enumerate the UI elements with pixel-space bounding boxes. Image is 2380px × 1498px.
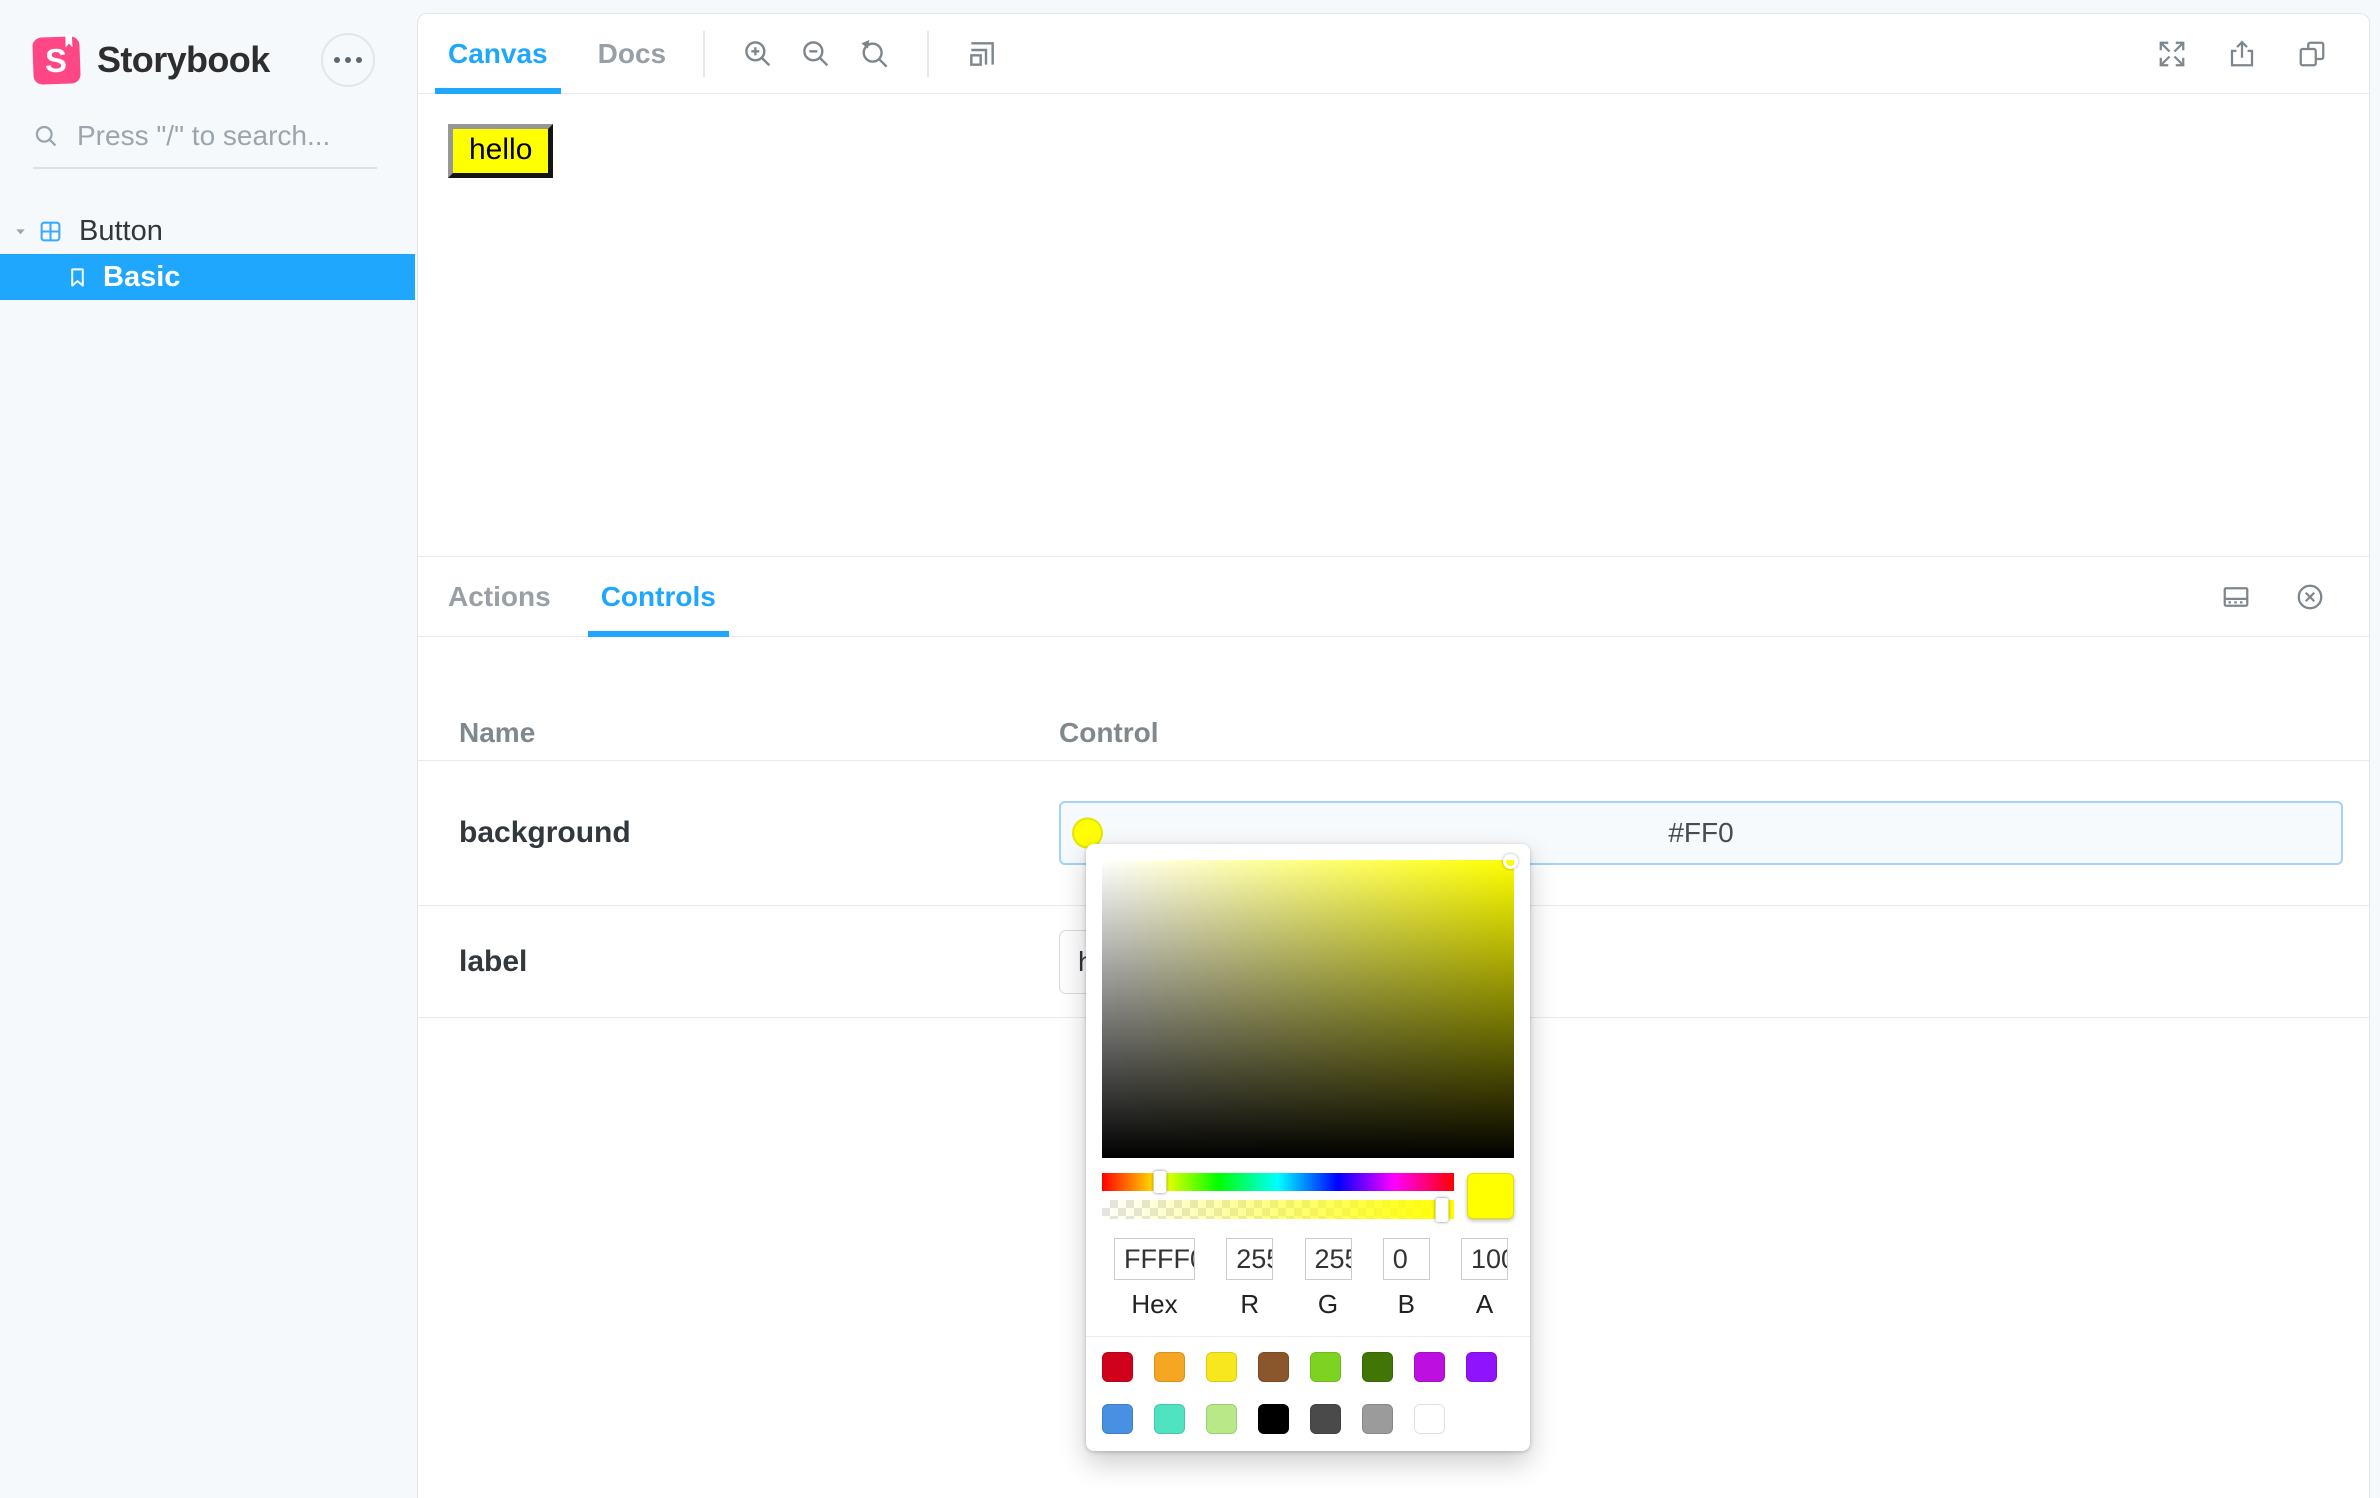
a-input[interactable]: 100: [1461, 1238, 1508, 1280]
close-panel-button[interactable]: [2293, 580, 2327, 614]
open-new-tab-button[interactable]: [2225, 37, 2259, 71]
share-icon: [2230, 40, 2254, 66]
sidebar-item-basic[interactable]: Basic: [0, 254, 415, 300]
arg-name: background: [459, 816, 631, 849]
color-fields: FFFF00 Hex 255 R 255 G 0 B 100 A: [1114, 1238, 1508, 1320]
panel-position-button[interactable]: [2219, 580, 2253, 614]
tab-canvas[interactable]: Canvas: [435, 14, 561, 94]
saturation-area[interactable]: [1102, 854, 1518, 1158]
r-input[interactable]: 255: [1226, 1238, 1274, 1280]
saturation-cursor[interactable]: [1503, 854, 1518, 869]
zoom-out-icon: [803, 40, 829, 66]
preset-color-swatch[interactable]: [1258, 1352, 1289, 1382]
preset-color-swatch[interactable]: [1362, 1404, 1393, 1434]
hex-input[interactable]: FFFF00: [1114, 1238, 1195, 1280]
ellipsis-icon: [334, 57, 340, 63]
resize-preview-icon: [970, 41, 994, 66]
hue-handle[interactable]: [1153, 1171, 1167, 1193]
toolbar-right-group: [2143, 37, 2341, 71]
preset-color-swatch[interactable]: [1414, 1404, 1445, 1434]
brand-title: Storybook: [97, 39, 270, 80]
zoom-in-button[interactable]: [741, 37, 775, 71]
b-label: B: [1397, 1289, 1415, 1319]
swatch-grid: [1086, 1336, 1530, 1451]
tab-actions[interactable]: Actions: [435, 557, 564, 636]
hex-label: Hex: [1131, 1289, 1178, 1319]
panel-bottom-icon: [2223, 586, 2249, 607]
hue-slider[interactable]: [1102, 1171, 1454, 1193]
g-input[interactable]: 255: [1304, 1238, 1352, 1280]
b-input[interactable]: 0: [1382, 1238, 1430, 1280]
search-input[interactable]: Press "/" to search...: [33, 120, 377, 169]
stories-tree: Button Basic: [0, 208, 415, 300]
preset-color-swatch[interactable]: [1102, 1404, 1133, 1434]
preview-canvas: hello: [418, 94, 2369, 556]
sidebar-item-label: Basic: [103, 260, 181, 293]
color-value: #FF0: [1668, 817, 1734, 848]
copy-link-button[interactable]: [2295, 37, 2329, 71]
addon-panel-tabs: Actions Controls: [418, 557, 2369, 637]
preset-color-swatch[interactable]: [1414, 1352, 1445, 1382]
controls-table-header: Name Control: [418, 705, 2369, 761]
tab-controls[interactable]: Controls: [587, 557, 729, 637]
arg-name: label: [459, 944, 528, 978]
logo-bookmark-notch: [65, 34, 72, 47]
sidebar-item-button[interactable]: Button: [0, 208, 415, 254]
zoom-in-icon: [745, 40, 771, 66]
panel-right-group: [2207, 580, 2339, 614]
sidebar-menu-button[interactable]: [321, 33, 375, 87]
alpha-slider[interactable]: [1102, 1198, 1454, 1222]
preset-color-swatch[interactable]: [1310, 1404, 1341, 1434]
sliders-row: [1102, 1171, 1514, 1222]
fullscreen-icon: [2159, 41, 2185, 66]
preset-color-swatch[interactable]: [1154, 1352, 1185, 1382]
close-icon: [2297, 584, 2323, 609]
header-name: Name: [459, 716, 536, 748]
bookmark-icon: [71, 267, 84, 287]
component-icon: [40, 221, 61, 241]
a-label: A: [1475, 1289, 1494, 1319]
fullscreen-button[interactable]: [2155, 37, 2189, 71]
alpha-handle[interactable]: [1435, 1198, 1449, 1222]
chevron-down-icon: [16, 228, 25, 234]
preset-color-swatch[interactable]: [1154, 1404, 1185, 1434]
brand-header: S Storybook: [32, 32, 375, 88]
zoom-reset-icon: [861, 39, 888, 68]
storybook-logo: S: [32, 36, 81, 85]
preset-color-swatch[interactable]: [1310, 1352, 1341, 1382]
preset-color-swatch[interactable]: [1466, 1352, 1497, 1382]
zoom-reset-button[interactable]: [857, 37, 891, 71]
resize-preview-button[interactable]: [965, 37, 999, 71]
preset-color-swatch[interactable]: [1258, 1404, 1289, 1434]
copy-icon: [2299, 41, 2325, 66]
preset-color-swatch[interactable]: [1206, 1404, 1237, 1434]
alpha-gradient: [1102, 1200, 1454, 1219]
g-label: G: [1317, 1289, 1339, 1319]
header-control: Control: [1059, 716, 1159, 748]
search-placeholder: Press "/" to search...: [77, 120, 331, 151]
toolbar-divider: [703, 30, 706, 77]
toolbar-divider: [927, 30, 930, 77]
color-preview-swatch: [1467, 1173, 1514, 1219]
preset-color-swatch[interactable]: [1362, 1352, 1393, 1382]
preset-color-swatch[interactable]: [1102, 1352, 1133, 1382]
canvas-toolbar: Canvas Docs: [418, 14, 2369, 94]
sidebar: S Storybook Press "/" to search... Butto…: [0, 0, 415, 1498]
tab-docs[interactable]: Docs: [585, 14, 679, 93]
zoom-out-button[interactable]: [799, 37, 833, 71]
preset-color-swatch[interactable]: [1206, 1352, 1237, 1382]
color-picker-popup: FFFF00 Hex 255 R 255 G 0 B 100 A: [1086, 844, 1530, 1451]
r-label: R: [1240, 1289, 1260, 1319]
preview-hello-button[interactable]: hello: [448, 124, 554, 178]
sidebar-item-label: Button: [79, 214, 163, 247]
search-icon: [35, 125, 57, 146]
